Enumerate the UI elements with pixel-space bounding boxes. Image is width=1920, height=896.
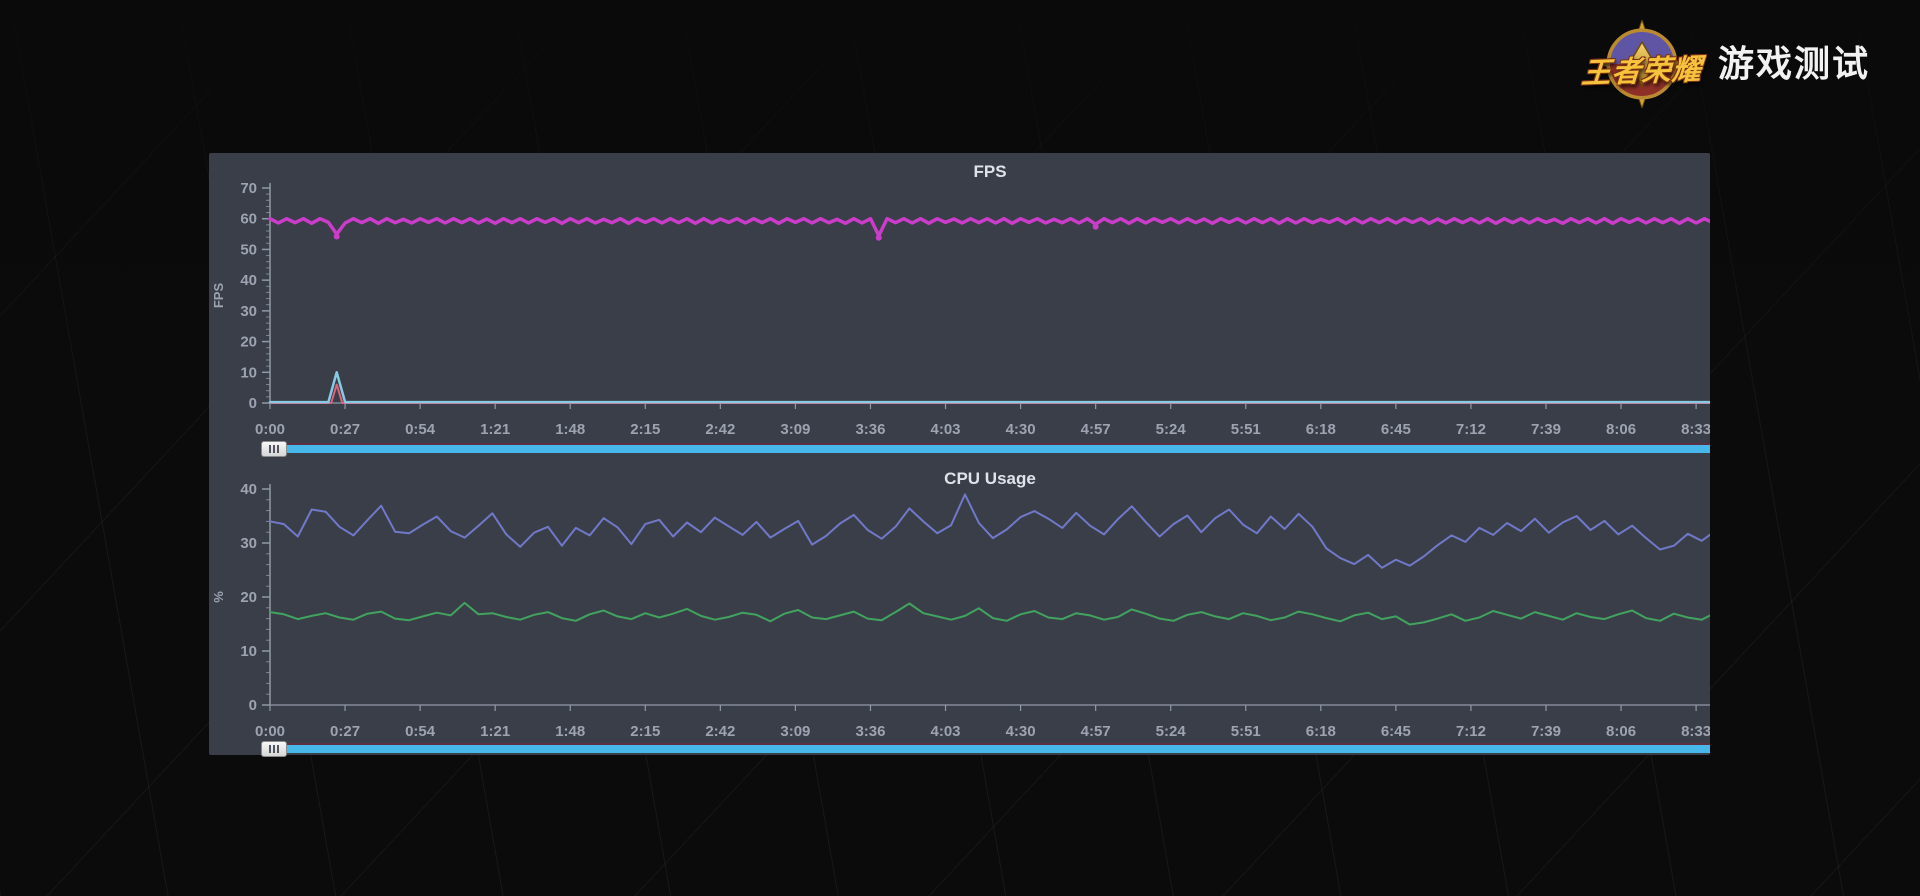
svg-text:3:09: 3:09 bbox=[780, 723, 810, 740]
svg-text:10: 10 bbox=[240, 643, 257, 660]
brand-logo: 王者荣耀 游戏测试 bbox=[1578, 20, 1870, 108]
svg-text:8:06: 8:06 bbox=[1606, 421, 1636, 438]
svg-text:0:00: 0:00 bbox=[255, 421, 285, 438]
svg-text:70: 70 bbox=[240, 180, 257, 197]
svg-text:6:18: 6:18 bbox=[1306, 421, 1336, 438]
scrollbar-grip-icon bbox=[269, 445, 280, 453]
svg-text:20: 20 bbox=[240, 334, 257, 351]
svg-text:4:30: 4:30 bbox=[1006, 421, 1036, 438]
svg-text:0:54: 0:54 bbox=[405, 421, 436, 438]
svg-text:50: 50 bbox=[240, 241, 257, 258]
cpu-scrollbar-handle[interactable] bbox=[261, 741, 287, 757]
svg-text:0:54: 0:54 bbox=[405, 723, 436, 740]
svg-text:8:33: 8:33 bbox=[1681, 421, 1710, 438]
scrollbar-grip-icon bbox=[269, 745, 280, 753]
svg-text:1:48: 1:48 bbox=[555, 421, 585, 438]
svg-text:FPS: FPS bbox=[211, 283, 226, 309]
svg-text:2:15: 2:15 bbox=[630, 723, 660, 740]
fps-chart-scrollbar[interactable] bbox=[261, 443, 1710, 453]
svg-text:30: 30 bbox=[240, 535, 257, 552]
svg-text:0:27: 0:27 bbox=[330, 723, 360, 740]
svg-text:40: 40 bbox=[240, 272, 257, 289]
svg-text:3:09: 3:09 bbox=[780, 421, 810, 438]
game-logo-title: 王者荣耀 bbox=[1570, 46, 1713, 93]
svg-text:7:39: 7:39 bbox=[1531, 723, 1561, 740]
svg-text:5:51: 5:51 bbox=[1231, 723, 1261, 740]
svg-text:7:39: 7:39 bbox=[1531, 421, 1561, 438]
svg-text:1:48: 1:48 bbox=[555, 723, 585, 740]
svg-text:10: 10 bbox=[240, 364, 257, 381]
svg-text:30: 30 bbox=[240, 303, 257, 320]
svg-text:%: % bbox=[211, 591, 226, 603]
svg-text:0: 0 bbox=[249, 697, 257, 714]
svg-text:4:03: 4:03 bbox=[931, 421, 961, 438]
svg-text:0:27: 0:27 bbox=[330, 421, 360, 438]
svg-text:60: 60 bbox=[240, 211, 257, 228]
svg-text:4:03: 4:03 bbox=[931, 723, 961, 740]
svg-text:7:12: 7:12 bbox=[1456, 723, 1486, 740]
cpu-chart-scrollbar[interactable] bbox=[261, 743, 1710, 753]
svg-text:4:57: 4:57 bbox=[1081, 723, 1111, 740]
svg-text:6:45: 6:45 bbox=[1381, 723, 1411, 740]
svg-text:2:42: 2:42 bbox=[705, 421, 735, 438]
page-title: 游戏测试 bbox=[1718, 35, 1870, 93]
svg-text:1:21: 1:21 bbox=[480, 723, 510, 740]
svg-text:20: 20 bbox=[240, 589, 257, 606]
svg-text:2:42: 2:42 bbox=[705, 723, 735, 740]
svg-text:5:24: 5:24 bbox=[1156, 723, 1187, 740]
svg-text:3:36: 3:36 bbox=[855, 723, 885, 740]
svg-text:8:33: 8:33 bbox=[1681, 723, 1710, 740]
svg-text:2:15: 2:15 bbox=[630, 421, 660, 438]
svg-text:0:00: 0:00 bbox=[255, 723, 285, 740]
svg-text:4:30: 4:30 bbox=[1006, 723, 1036, 740]
svg-text:5:24: 5:24 bbox=[1156, 421, 1187, 438]
svg-text:6:45: 6:45 bbox=[1381, 421, 1411, 438]
svg-text:1:21: 1:21 bbox=[480, 421, 510, 438]
svg-text:5:51: 5:51 bbox=[1231, 421, 1261, 438]
svg-text:3:36: 3:36 bbox=[855, 421, 885, 438]
svg-text:6:18: 6:18 bbox=[1306, 723, 1336, 740]
svg-text:4:57: 4:57 bbox=[1081, 421, 1111, 438]
game-logo-emblem: 王者荣耀 bbox=[1578, 20, 1706, 108]
svg-text:40: 40 bbox=[240, 481, 257, 498]
fps-chart[interactable]: 0 10 20 30 40 50 60 70 0:00 0:27 0:54 1:21 1:48 2:15 2… bbox=[209, 153, 1710, 443]
svg-text:0: 0 bbox=[249, 395, 257, 412]
charts-panel: FPS 0 10 20 30 40 50 60 70 0:00 0:27 0:54 1:21 1:48 2… bbox=[209, 153, 1710, 755]
svg-text:8:06: 8:06 bbox=[1606, 723, 1636, 740]
cpu-usage-chart[interactable]: 0 10 20 30 40 0:00 0:27 0:54 1:21 1:48 2:15 2:42 3:0… bbox=[209, 453, 1710, 745]
svg-text:7:12: 7:12 bbox=[1456, 421, 1486, 438]
